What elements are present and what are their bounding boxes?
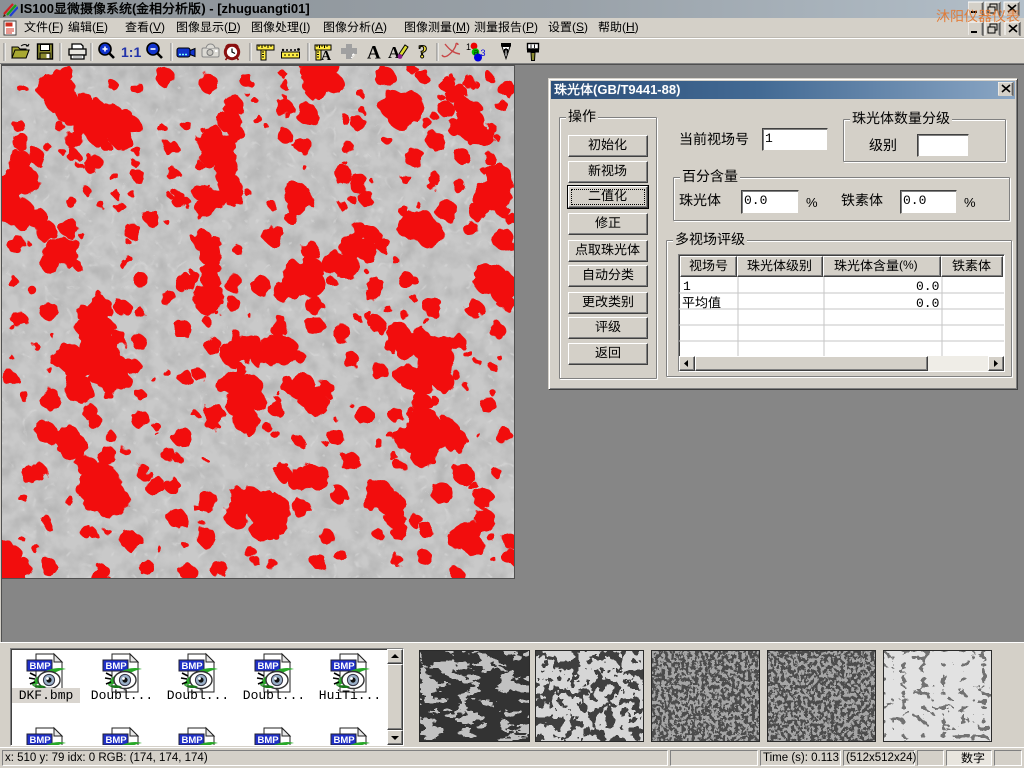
svg-text:?: ? <box>418 42 428 63</box>
svg-text:A: A <box>388 43 401 62</box>
svg-text:1:1: 1:1 <box>121 44 141 60</box>
svg-text:1: 1 <box>466 42 471 52</box>
svg-text:A: A <box>321 49 332 63</box>
svg-text:A: A <box>367 43 381 64</box>
